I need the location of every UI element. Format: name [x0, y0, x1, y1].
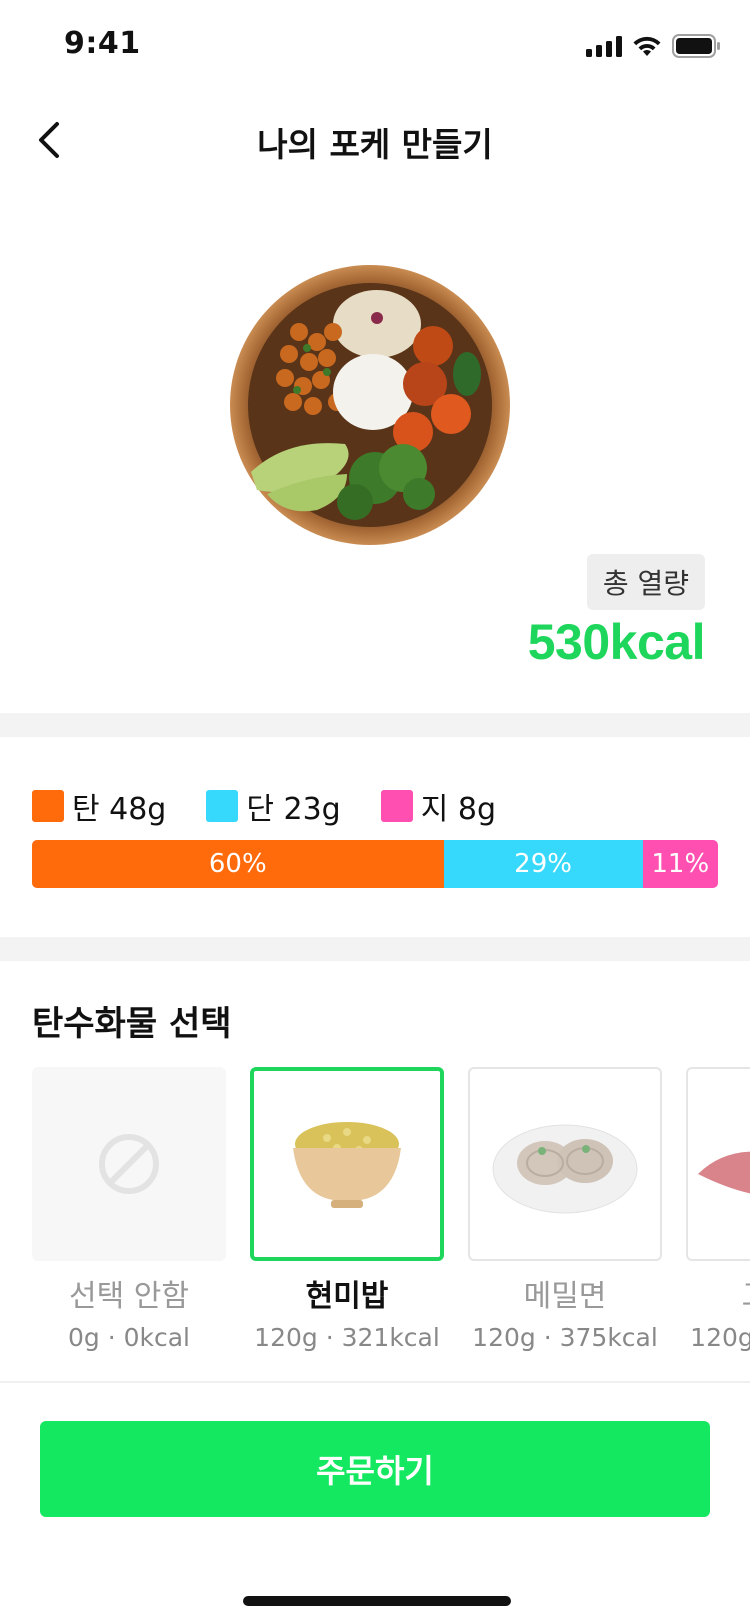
carb-section: 탄수화물 선택 선택 안함 0g · 0kcal 현미밥 120g · 321k… [0, 961, 750, 1381]
bottom-divider [0, 1381, 750, 1383]
option-thumb [32, 1067, 226, 1261]
option-nutrition: 120g · 375kcal [472, 1323, 658, 1352]
option-name: 선택 안함 [69, 1279, 189, 1314]
option-buckwheat-noodle[interactable]: 메밀면 120g · 375kcal [468, 1067, 662, 1352]
signal-icon [586, 35, 622, 57]
section-divider [0, 937, 750, 961]
fat-swatch [380, 790, 413, 822]
legend-carb: 탄 48g [32, 784, 166, 828]
battery-icon [672, 34, 720, 58]
macro-legend: 탄 48g 단 23g 지 8g [32, 784, 496, 828]
section-divider [0, 713, 750, 737]
option-thumb [250, 1067, 444, 1261]
legend-protein: 단 23g [206, 784, 341, 828]
page-title: 나의 포케 만들기 [257, 125, 493, 164]
legend-fat-label: 지 8g [420, 792, 496, 827]
option-name: 현미밥 [305, 1279, 389, 1314]
protein-segment: 29% [443, 840, 643, 888]
carb-swatch [32, 790, 64, 822]
option-name: 고구마 [686, 1271, 750, 1315]
carb-options: 선택 안함 0g · 0kcal 현미밥 120g · 321kcal 메밀면 … [32, 1067, 750, 1357]
status-icons [586, 32, 720, 60]
macro-ratio-bar: 60% 29% 11% [32, 840, 718, 888]
option-none[interactable]: 선택 안함 0g · 0kcal [32, 1067, 226, 1352]
none-icon [99, 1134, 159, 1194]
option-thumb [686, 1067, 750, 1261]
legend-fat: 지 8g [380, 784, 496, 828]
fat-segment: 11% [642, 840, 718, 888]
status-time: 9:41 [64, 26, 141, 61]
option-name: 메밀면 [523, 1279, 607, 1314]
home-indicator [243, 1596, 511, 1606]
option-nutrition: 120g · 160kcal [690, 1323, 750, 1352]
total-calorie-value: 530kcal [527, 614, 706, 670]
wifi-icon [633, 36, 661, 56]
poke-bowl-image [227, 262, 513, 548]
protein-swatch [206, 790, 239, 822]
noodle-image [492, 1124, 638, 1214]
order-button[interactable]: 주문하기 [40, 1421, 710, 1517]
carb-segment: 60% [32, 840, 444, 888]
option-thumb [468, 1067, 662, 1261]
option-nutrition: 0g · 0kcal [67, 1323, 190, 1352]
section-title: 탄수화물 선택 [32, 1004, 232, 1044]
status-bar: 9:41 [0, 0, 750, 92]
option-nutrition: 120g · 321kcal [254, 1323, 440, 1352]
macro-section: 탄 48g 단 23g 지 8g 60% 29% 11% [0, 737, 750, 937]
sweet-potato-image [698, 1151, 750, 1194]
total-calorie-label: 총 열량 [586, 554, 705, 610]
nav-bar: 나의 포케 만들기 [0, 92, 750, 188]
legend-protein-label: 단 23g [246, 792, 341, 827]
option-brown-rice[interactable]: 현미밥 120g · 321kcal [250, 1067, 444, 1352]
option-sweet-potato[interactable]: 고구마 120g · 160kcal [686, 1067, 750, 1352]
rice-bowl-image [293, 1122, 401, 1208]
legend-carb-label: 탄 48g [72, 792, 167, 827]
hero-section: 총 열량 530kcal [0, 188, 750, 713]
